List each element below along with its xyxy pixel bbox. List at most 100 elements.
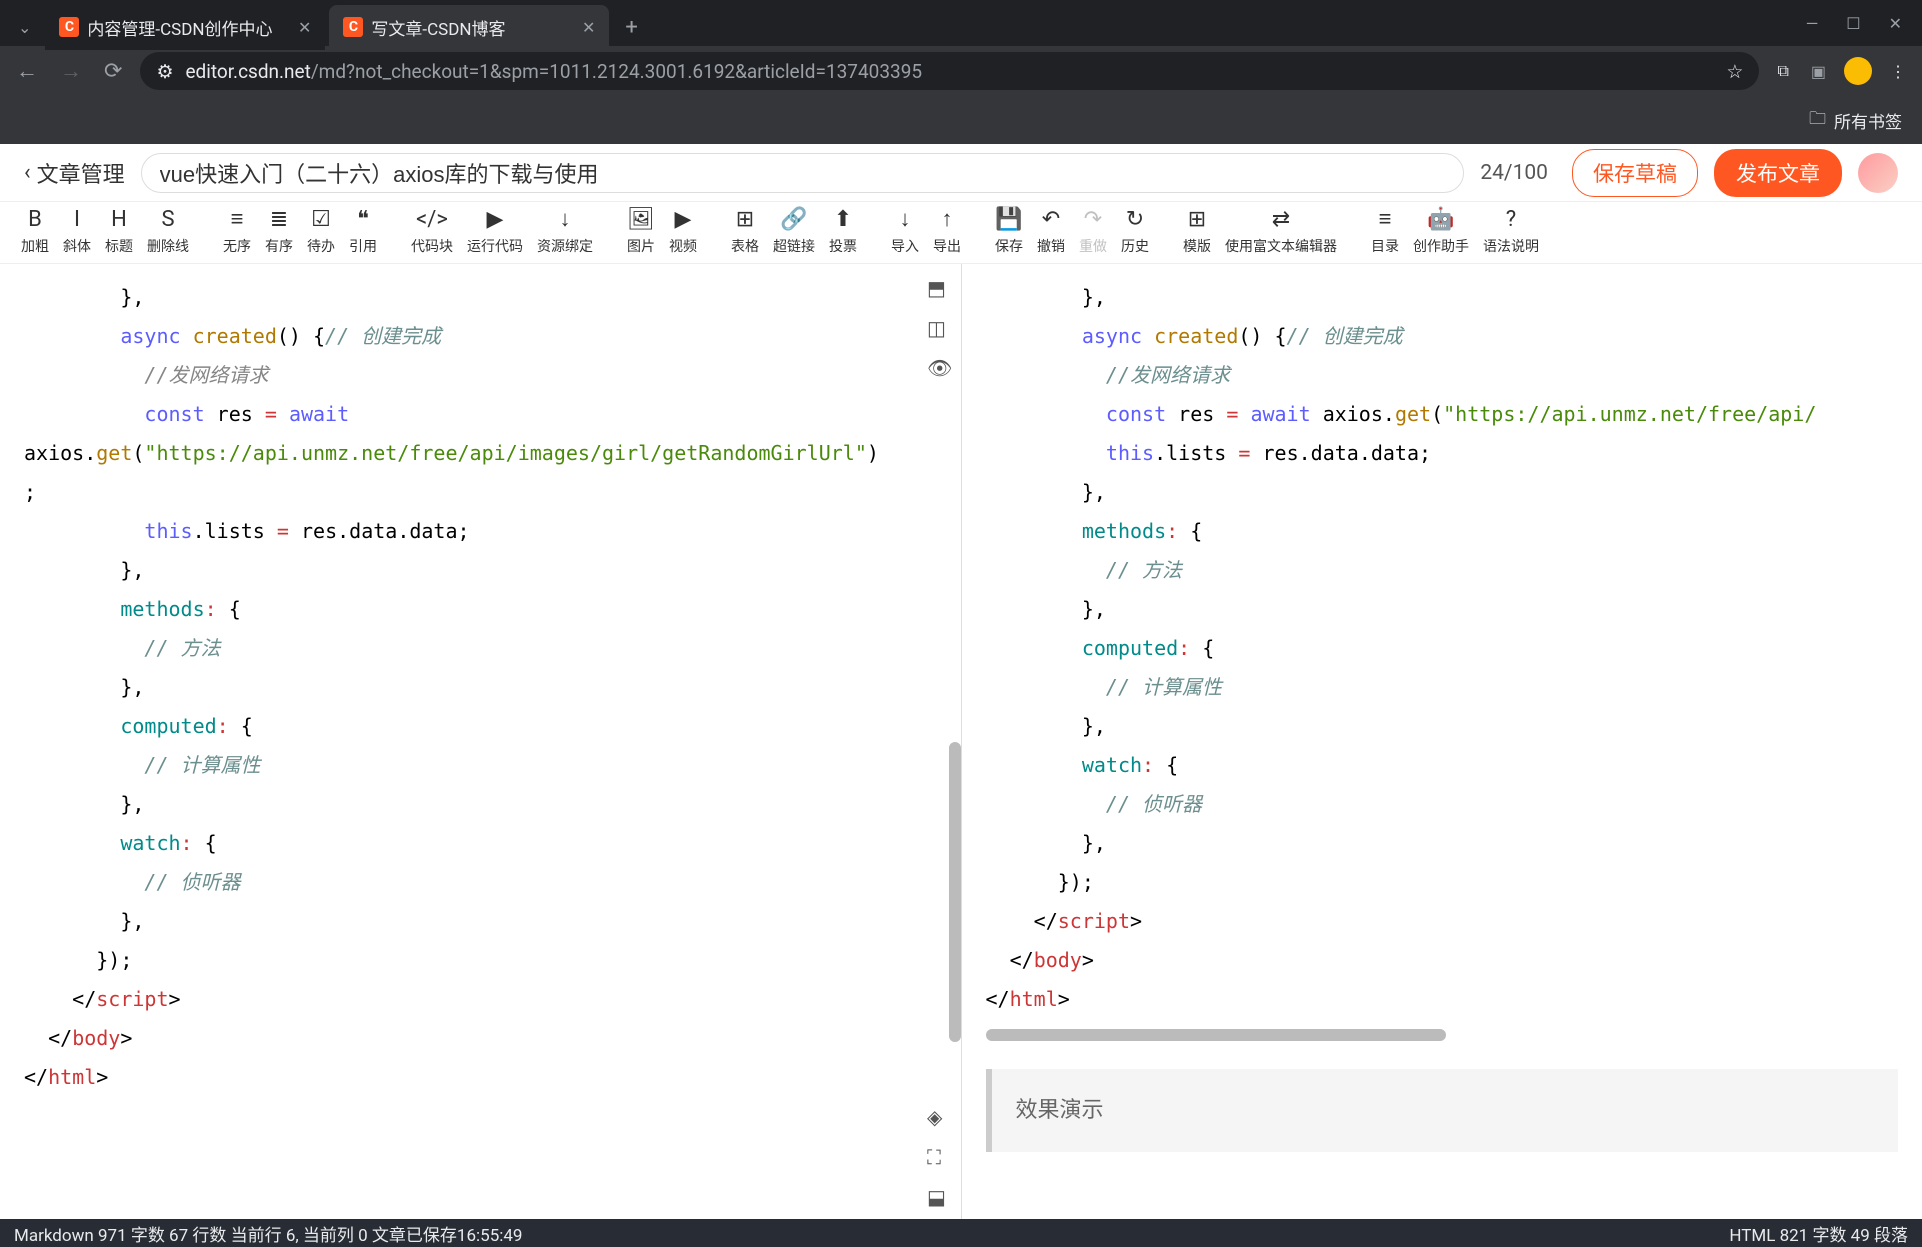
- vertical-scrollbar[interactable]: [949, 742, 961, 1042]
- preview-pane[interactable]: }, async created() {// 创建完成 //发网络请求 cons…: [962, 264, 1922, 1219]
- expand-icon[interactable]: ⛶: [927, 1145, 946, 1169]
- heading-icon: H: [111, 209, 127, 233]
- target-icon[interactable]: ◈: [927, 1105, 946, 1129]
- export-button[interactable]: ↑ 导出: [926, 202, 968, 263]
- table-icon: ⊞: [736, 209, 754, 233]
- strike-button[interactable]: S删除线: [140, 202, 196, 263]
- horizontal-scrollbar[interactable]: [986, 1029, 1446, 1041]
- italic-icon: I: [74, 209, 80, 233]
- back-to-manage-link[interactable]: ‹ 文章管理: [24, 157, 125, 189]
- close-icon[interactable]: ✕: [298, 18, 311, 37]
- italic-button[interactable]: I斜体: [56, 202, 98, 263]
- layout-split-icon[interactable]: ◫: [927, 316, 952, 340]
- star-bookmark-icon[interactable]: ☆: [1726, 60, 1743, 83]
- publish-button[interactable]: 发布文章: [1714, 149, 1842, 197]
- ul-button[interactable]: ≡无序: [216, 202, 258, 263]
- template-icon: ⊞: [1188, 209, 1206, 233]
- code-line: watch: {: [986, 746, 1899, 785]
- save-draft-button[interactable]: 保存草稿: [1572, 149, 1698, 197]
- url-input[interactable]: ⚙ editor.csdn.net/md?not_checkout=1&spm=…: [140, 52, 1759, 90]
- tool-label: 表格: [731, 236, 759, 256]
- richtext-button[interactable]: ⇄使用富文本编辑器: [1218, 202, 1344, 263]
- redo-button[interactable]: ↷重做: [1072, 202, 1114, 263]
- editor-header: ‹ 文章管理 24/100 保存草稿 发布文章: [0, 144, 1922, 202]
- link-button[interactable]: 🔗超链接: [766, 202, 822, 263]
- code-line: const res = await axios.get("https://api…: [986, 395, 1899, 434]
- tool-label: 有序: [265, 236, 293, 256]
- template-button[interactable]: ⊞模版: [1176, 202, 1218, 263]
- code-line: },: [24, 278, 937, 317]
- runcode-button[interactable]: ▶运行代码: [460, 202, 530, 263]
- bold-icon: B: [28, 209, 42, 233]
- vote-button[interactable]: ⬆投票: [822, 202, 864, 263]
- code-line: });: [24, 941, 937, 980]
- table-button[interactable]: ⊞ 表格: [724, 202, 766, 263]
- toc-button[interactable]: ≡目录: [1364, 202, 1406, 263]
- save-button[interactable]: 💾保存: [988, 202, 1030, 263]
- quote-button[interactable]: ❝引用: [342, 202, 384, 263]
- article-title-input[interactable]: [141, 153, 1465, 193]
- import-button[interactable]: ↓导入: [884, 202, 926, 263]
- window-maximize-button[interactable]: ☐: [1846, 14, 1860, 33]
- code-line: },: [986, 707, 1899, 746]
- window-minimize-button[interactable]: —: [1806, 14, 1819, 33]
- syntax-button[interactable]: ?语法说明: [1476, 202, 1546, 263]
- heading-button[interactable]: H 标题: [98, 202, 140, 263]
- runcode-icon: ▶: [487, 209, 504, 233]
- markdown-source-pane[interactable]: }, async created() {// 创建完成 //发网络请求 cons…: [0, 264, 962, 1219]
- todo-button[interactable]: ☑待办: [300, 202, 342, 263]
- user-avatar[interactable]: [1858, 153, 1898, 193]
- richtext-icon: ⇄: [1272, 209, 1290, 233]
- assistant-button[interactable]: 🤖创作助手: [1406, 202, 1476, 263]
- code-line: },: [986, 473, 1899, 512]
- browser-tab-1[interactable]: C 写文章-CSDN博客 ✕: [329, 5, 609, 50]
- image-button[interactable]: 🖼图片: [620, 202, 662, 263]
- history-button[interactable]: ↻历史: [1114, 202, 1156, 263]
- code-line: },: [986, 590, 1899, 629]
- tool-label: 图片: [627, 236, 655, 256]
- tab-search-dropdown[interactable]: ⌄: [8, 12, 41, 43]
- bold-button[interactable]: B加粗: [14, 202, 56, 263]
- address-bar-row: ← → ⟳ ⚙ editor.csdn.net/md?not_checkout=…: [0, 46, 1922, 96]
- video-button[interactable]: ▶视频: [662, 202, 704, 263]
- code-line: //发网络请求: [986, 356, 1899, 395]
- window-close-button[interactable]: ✕: [1889, 14, 1902, 33]
- codeblock-button[interactable]: </>代码块: [404, 202, 460, 263]
- site-settings-icon[interactable]: ⚙: [156, 60, 173, 83]
- close-icon[interactable]: ✕: [582, 18, 595, 37]
- chevron-left-icon: ‹: [24, 160, 31, 185]
- code-line: async created() {// 创建完成: [24, 317, 937, 356]
- export-icon: ↑: [942, 209, 953, 233]
- undo-button[interactable]: ↶撤销: [1030, 202, 1072, 263]
- browser-menu-icon[interactable]: ⋮: [1886, 58, 1910, 85]
- ol-button[interactable]: ≣有序: [258, 202, 300, 263]
- extensions-icon[interactable]: ⧉: [1773, 57, 1792, 85]
- tool-label: 导出: [933, 236, 961, 256]
- bookmark-bar: 🗀 所有书签: [0, 96, 1922, 144]
- status-left-text: Markdown 971 字数 67 行数 当前行 6, 当前列 0 文章已保存…: [14, 1221, 522, 1246]
- code-line: },: [986, 278, 1899, 317]
- preview-eye-icon[interactable]: 👁: [927, 356, 952, 380]
- save-icon: 💾: [995, 209, 1022, 233]
- layout-bottom-icon[interactable]: ⬓: [927, 1185, 946, 1209]
- sidepanel-icon[interactable]: ▣: [1807, 58, 1830, 85]
- all-bookmarks-button[interactable]: 所有书签: [1834, 108, 1902, 133]
- nav-reload-button[interactable]: ⟳: [100, 55, 126, 88]
- code-line: const res = await: [24, 395, 937, 434]
- layout-top-icon[interactable]: ⬒: [927, 276, 952, 300]
- code-line: // 侦听器: [24, 863, 937, 902]
- code-line: computed: {: [24, 707, 937, 746]
- tool-label: 标题: [105, 236, 133, 256]
- profile-avatar[interactable]: [1844, 57, 1872, 85]
- nav-forward-button[interactable]: →: [56, 54, 86, 88]
- new-tab-button[interactable]: +: [613, 7, 649, 48]
- code-line: });: [986, 863, 1899, 902]
- tool-label: 资源绑定: [537, 236, 593, 256]
- browser-tab-0[interactable]: C 内容管理-CSDN创作中心 ✕: [45, 5, 325, 50]
- tool-label: 待办: [307, 236, 335, 256]
- nav-back-button[interactable]: ←: [12, 54, 42, 88]
- quote-icon: ❝: [357, 209, 369, 233]
- syntax-icon: ?: [1506, 209, 1516, 233]
- resource-button[interactable]: ↓资源绑定: [530, 202, 600, 263]
- code-line: async created() {// 创建完成: [986, 317, 1899, 356]
